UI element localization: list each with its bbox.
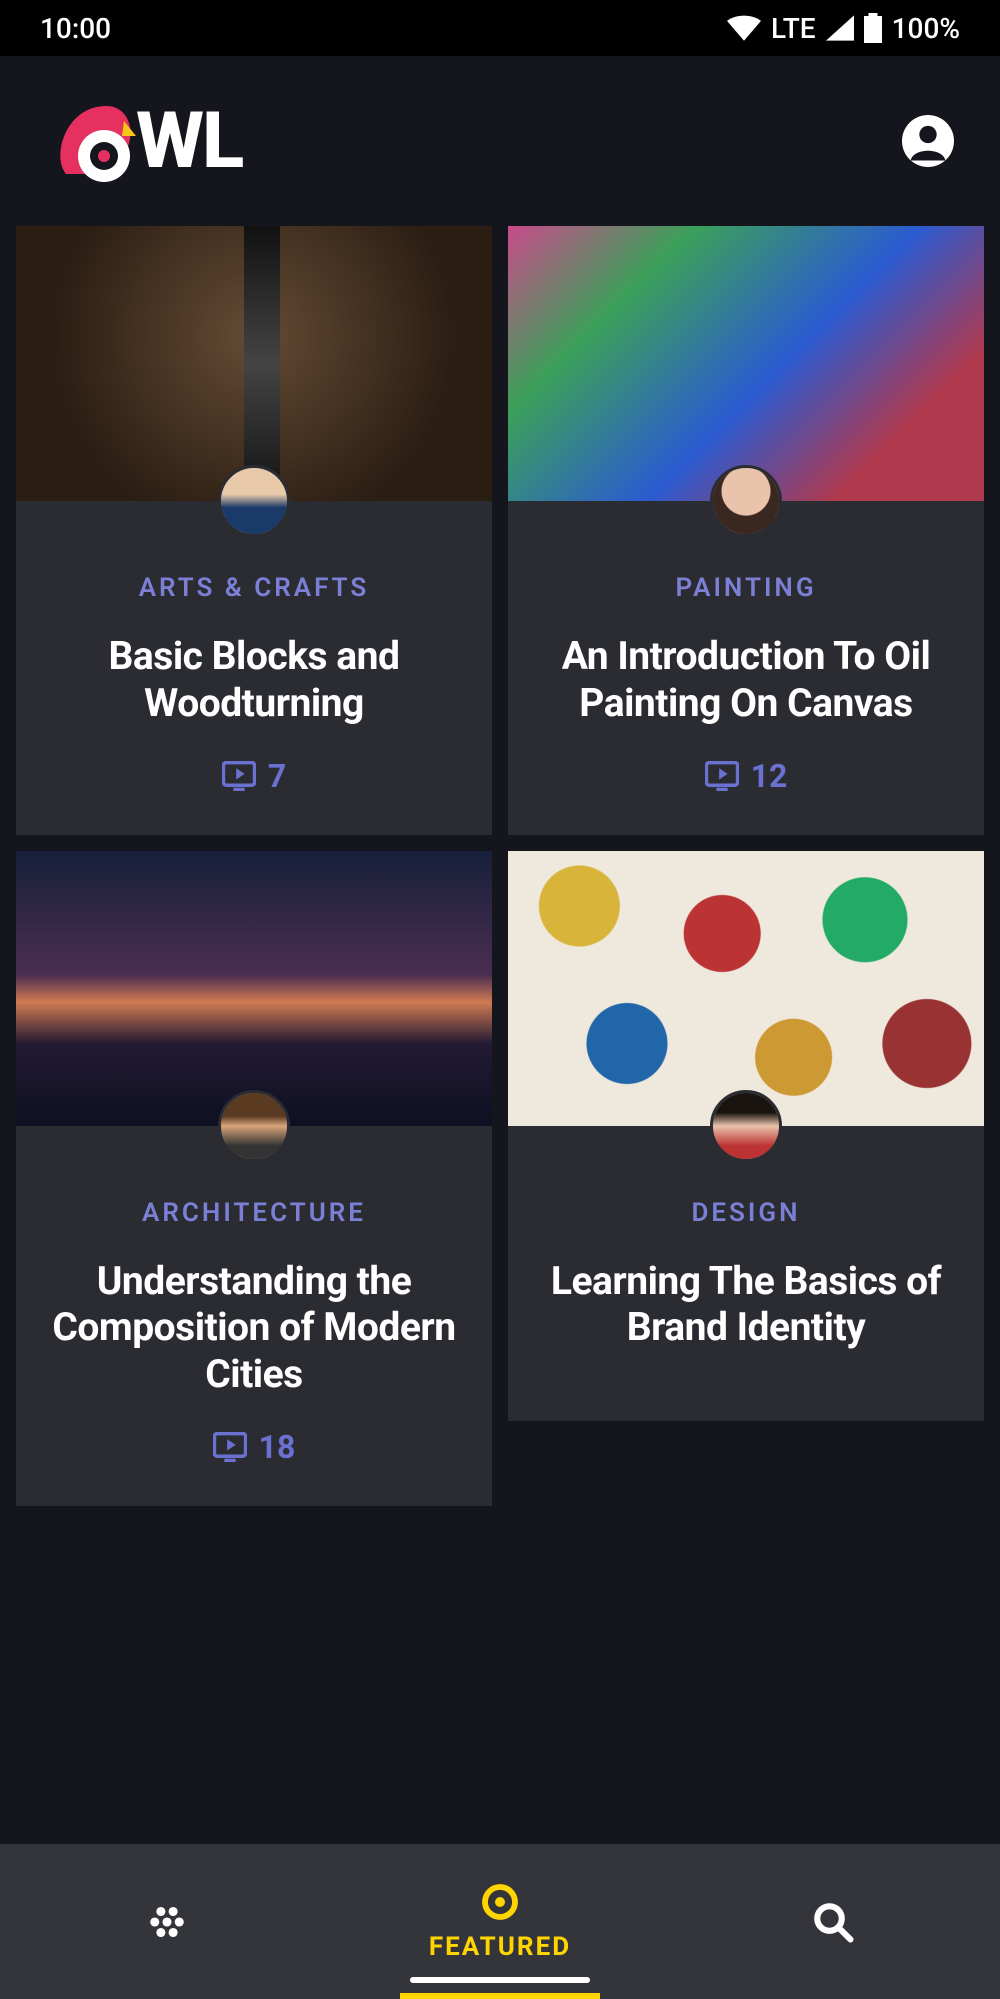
- brand-text: WL: [136, 96, 242, 187]
- instructor-avatar[interactable]: [218, 465, 290, 537]
- course-hero: [16, 226, 492, 501]
- course-card[interactable]: ARCHITECTURE Understanding the Compositi…: [16, 851, 492, 1506]
- course-image: [16, 226, 492, 501]
- lesson-count: 7: [222, 757, 286, 795]
- course-image: [508, 226, 984, 501]
- course-card[interactable]: DESIGN Learning The Basics of Brand Iden…: [508, 851, 984, 1422]
- course-title: An Introduction To Oil Painting On Canva…: [532, 633, 960, 727]
- lesson-count-value: 12: [751, 757, 788, 795]
- nav-featured[interactable]: FEATURED: [333, 1844, 666, 1999]
- grid-column-right: PAINTING An Introduction To Oil Painting…: [508, 226, 984, 1506]
- search-icon: [812, 1901, 854, 1943]
- status-indicators: LTE 100%: [727, 12, 960, 45]
- grid-column-left: ARTS & CRAFTS Basic Blocks and Woodturni…: [16, 226, 492, 1506]
- person-circle-icon: [902, 115, 954, 167]
- cell-signal-icon: [826, 15, 854, 41]
- nav-my-courses[interactable]: [0, 1844, 333, 1999]
- course-title: Understanding the Composition of Modern …: [40, 1258, 468, 1398]
- course-card[interactable]: PAINTING An Introduction To Oil Painting…: [508, 226, 984, 835]
- course-image: [16, 851, 492, 1126]
- profile-button[interactable]: [902, 115, 954, 167]
- battery-icon: [864, 13, 882, 43]
- course-category: ARCHITECTURE: [40, 1198, 468, 1228]
- network-label: LTE: [771, 12, 816, 45]
- play-monitor-icon: [222, 761, 256, 791]
- course-title: Basic Blocks and Woodturning: [40, 633, 468, 727]
- app-header: WL: [0, 56, 1000, 226]
- course-title: Learning The Basics of Brand Identity: [532, 1258, 960, 1352]
- lesson-count-value: 18: [259, 1428, 296, 1466]
- lesson-count: 18: [213, 1428, 296, 1466]
- lesson-count-value: 7: [268, 757, 286, 795]
- instructor-avatar[interactable]: [218, 1090, 290, 1162]
- target-icon: [480, 1882, 520, 1922]
- course-category: ARTS & CRAFTS: [40, 573, 468, 603]
- course-category: DESIGN: [532, 1198, 960, 1228]
- course-hero: [508, 851, 984, 1126]
- nav-featured-label: FEATURED: [429, 1932, 571, 1962]
- app-logo[interactable]: WL: [46, 96, 242, 187]
- course-hero: [508, 226, 984, 501]
- lesson-count: 12: [705, 757, 788, 795]
- play-monitor-icon: [705, 761, 739, 791]
- course-image: [508, 851, 984, 1126]
- status-bar: 10:00 LTE 100%: [0, 0, 1000, 56]
- instructor-avatar[interactable]: [710, 465, 782, 537]
- wifi-icon: [727, 15, 761, 41]
- grid-dots-icon: [146, 1901, 188, 1943]
- status-time: 10:00: [40, 12, 111, 45]
- owl-logo-icon: [46, 96, 146, 186]
- home-indicator[interactable]: [410, 1977, 590, 1983]
- instructor-avatar[interactable]: [710, 1090, 782, 1162]
- course-grid: ARTS & CRAFTS Basic Blocks and Woodturni…: [0, 226, 1000, 1506]
- nav-search[interactable]: [667, 1844, 1000, 1999]
- play-monitor-icon: [213, 1432, 247, 1462]
- course-hero: [16, 851, 492, 1126]
- course-category: PAINTING: [532, 573, 960, 603]
- course-card[interactable]: ARTS & CRAFTS Basic Blocks and Woodturni…: [16, 226, 492, 835]
- battery-label: 100%: [892, 12, 960, 45]
- bottom-nav: FEATURED: [0, 1844, 1000, 1999]
